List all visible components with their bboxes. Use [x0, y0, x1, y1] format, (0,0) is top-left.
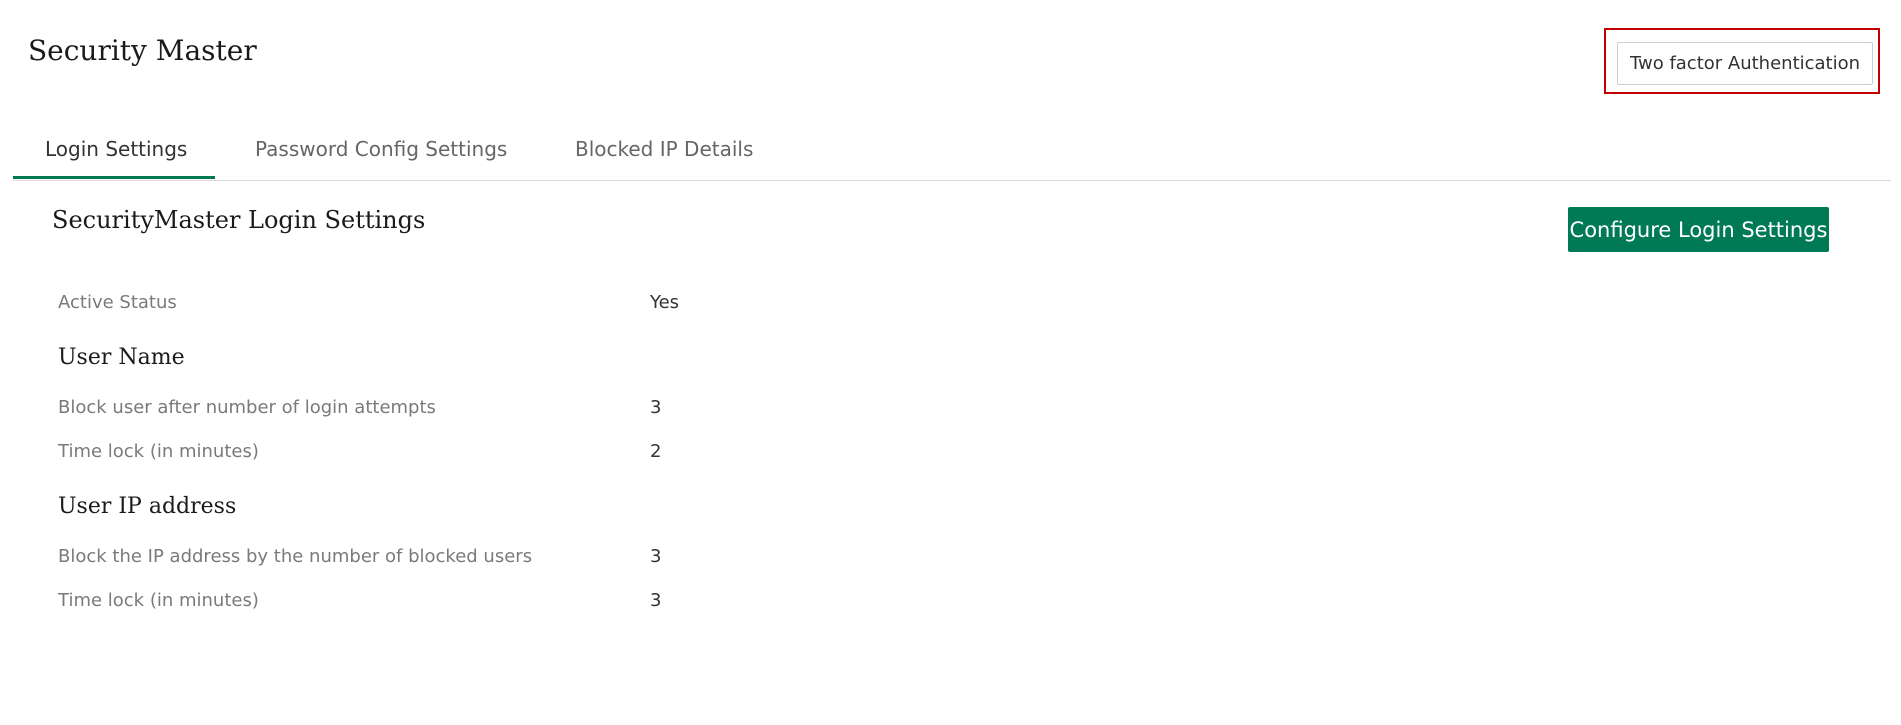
- page-title: Security Master: [28, 34, 257, 67]
- section-title: SecurityMaster Login Settings: [52, 206, 426, 234]
- ip-time-lock-label: Time lock (in minutes): [58, 590, 259, 611]
- tab-blocked-ip-details[interactable]: Blocked IP Details: [575, 137, 753, 161]
- block-ip-users-label: Block the IP address by the number of bl…: [58, 546, 533, 567]
- tab-password-config-settings[interactable]: Password Config Settings: [255, 137, 507, 161]
- user-name-heading: User Name: [58, 345, 185, 370]
- active-status-value: Yes: [650, 292, 680, 313]
- block-ip-users-value: 3: [650, 546, 662, 567]
- user-ip-heading: User IP address: [58, 494, 237, 519]
- tab-login-settings[interactable]: Login Settings: [45, 137, 187, 161]
- user-time-lock-label: Time lock (in minutes): [58, 441, 259, 462]
- block-user-attempts-label: Block user after number of login attempt…: [58, 397, 436, 418]
- configure-login-settings-button[interactable]: Configure Login Settings: [1568, 207, 1829, 252]
- block-user-attempts-value: 3: [650, 397, 662, 418]
- active-tab-indicator: [13, 176, 215, 179]
- ip-time-lock-value: 3: [650, 590, 662, 611]
- tabs-divider: [13, 180, 1891, 181]
- active-status-label: Active Status: [58, 292, 177, 313]
- user-time-lock-value: 2: [650, 441, 662, 462]
- two-factor-authentication-button[interactable]: Two factor Authentication: [1617, 42, 1873, 85]
